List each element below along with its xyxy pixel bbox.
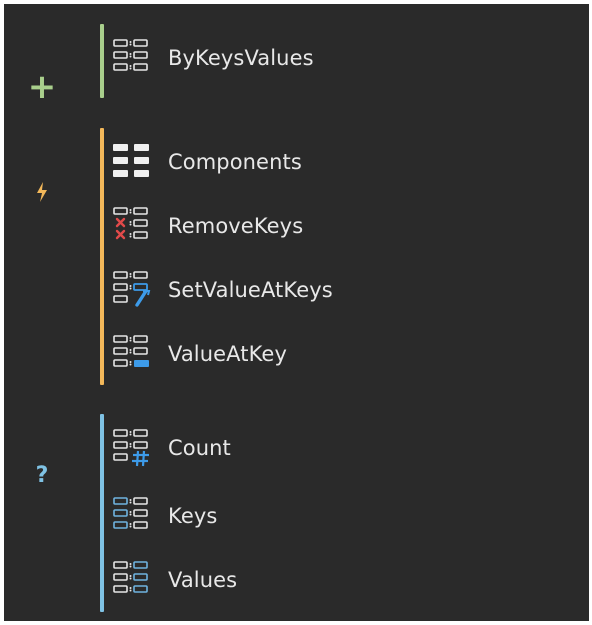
keys-icon <box>108 490 160 542</box>
node-set-value-at-keys[interactable]: SetValueAtKeys <box>108 264 333 316</box>
group-query: ? Count Keys Values <box>4 406 589 621</box>
remove-keys-icon <box>108 200 160 252</box>
node-label: SetValueAtKeys <box>168 278 333 302</box>
group-bar-action <box>100 128 104 385</box>
node-count[interactable]: Count <box>108 422 231 474</box>
node-by-keys-values[interactable]: ByKeysValues <box>108 32 314 84</box>
count-icon <box>108 422 160 474</box>
plus-icon: + <box>27 67 57 107</box>
node-label: ByKeysValues <box>168 46 314 70</box>
node-remove-keys[interactable]: RemoveKeys <box>108 200 303 252</box>
by-keys-values-icon <box>108 32 160 84</box>
group-bar-query <box>100 414 104 612</box>
value-at-key-icon <box>108 328 160 380</box>
group-create: + ByKeysValues <box>4 4 589 114</box>
group-action: Components RemoveKeys SetValueAtKeys Val… <box>4 124 589 389</box>
library-panel: + ByKeysValues Components RemoveKeys Set… <box>4 4 589 621</box>
node-label: Values <box>168 568 238 592</box>
node-value-at-key[interactable]: ValueAtKey <box>108 328 287 380</box>
node-keys[interactable]: Keys <box>108 490 217 542</box>
node-components[interactable]: Components <box>108 136 302 188</box>
values-icon <box>108 554 160 606</box>
set-value-at-keys-icon <box>108 264 160 316</box>
node-label: RemoveKeys <box>168 214 304 238</box>
lightning-icon <box>24 182 60 206</box>
components-icon <box>108 136 160 188</box>
node-label: ValueAtKey <box>168 342 287 366</box>
node-label: Count <box>168 436 231 460</box>
node-label: Keys <box>168 504 218 528</box>
node-values[interactable]: Values <box>108 554 237 606</box>
group-bar-create <box>100 24 104 98</box>
question-icon: ? <box>35 463 49 488</box>
node-label: Components <box>168 150 302 174</box>
